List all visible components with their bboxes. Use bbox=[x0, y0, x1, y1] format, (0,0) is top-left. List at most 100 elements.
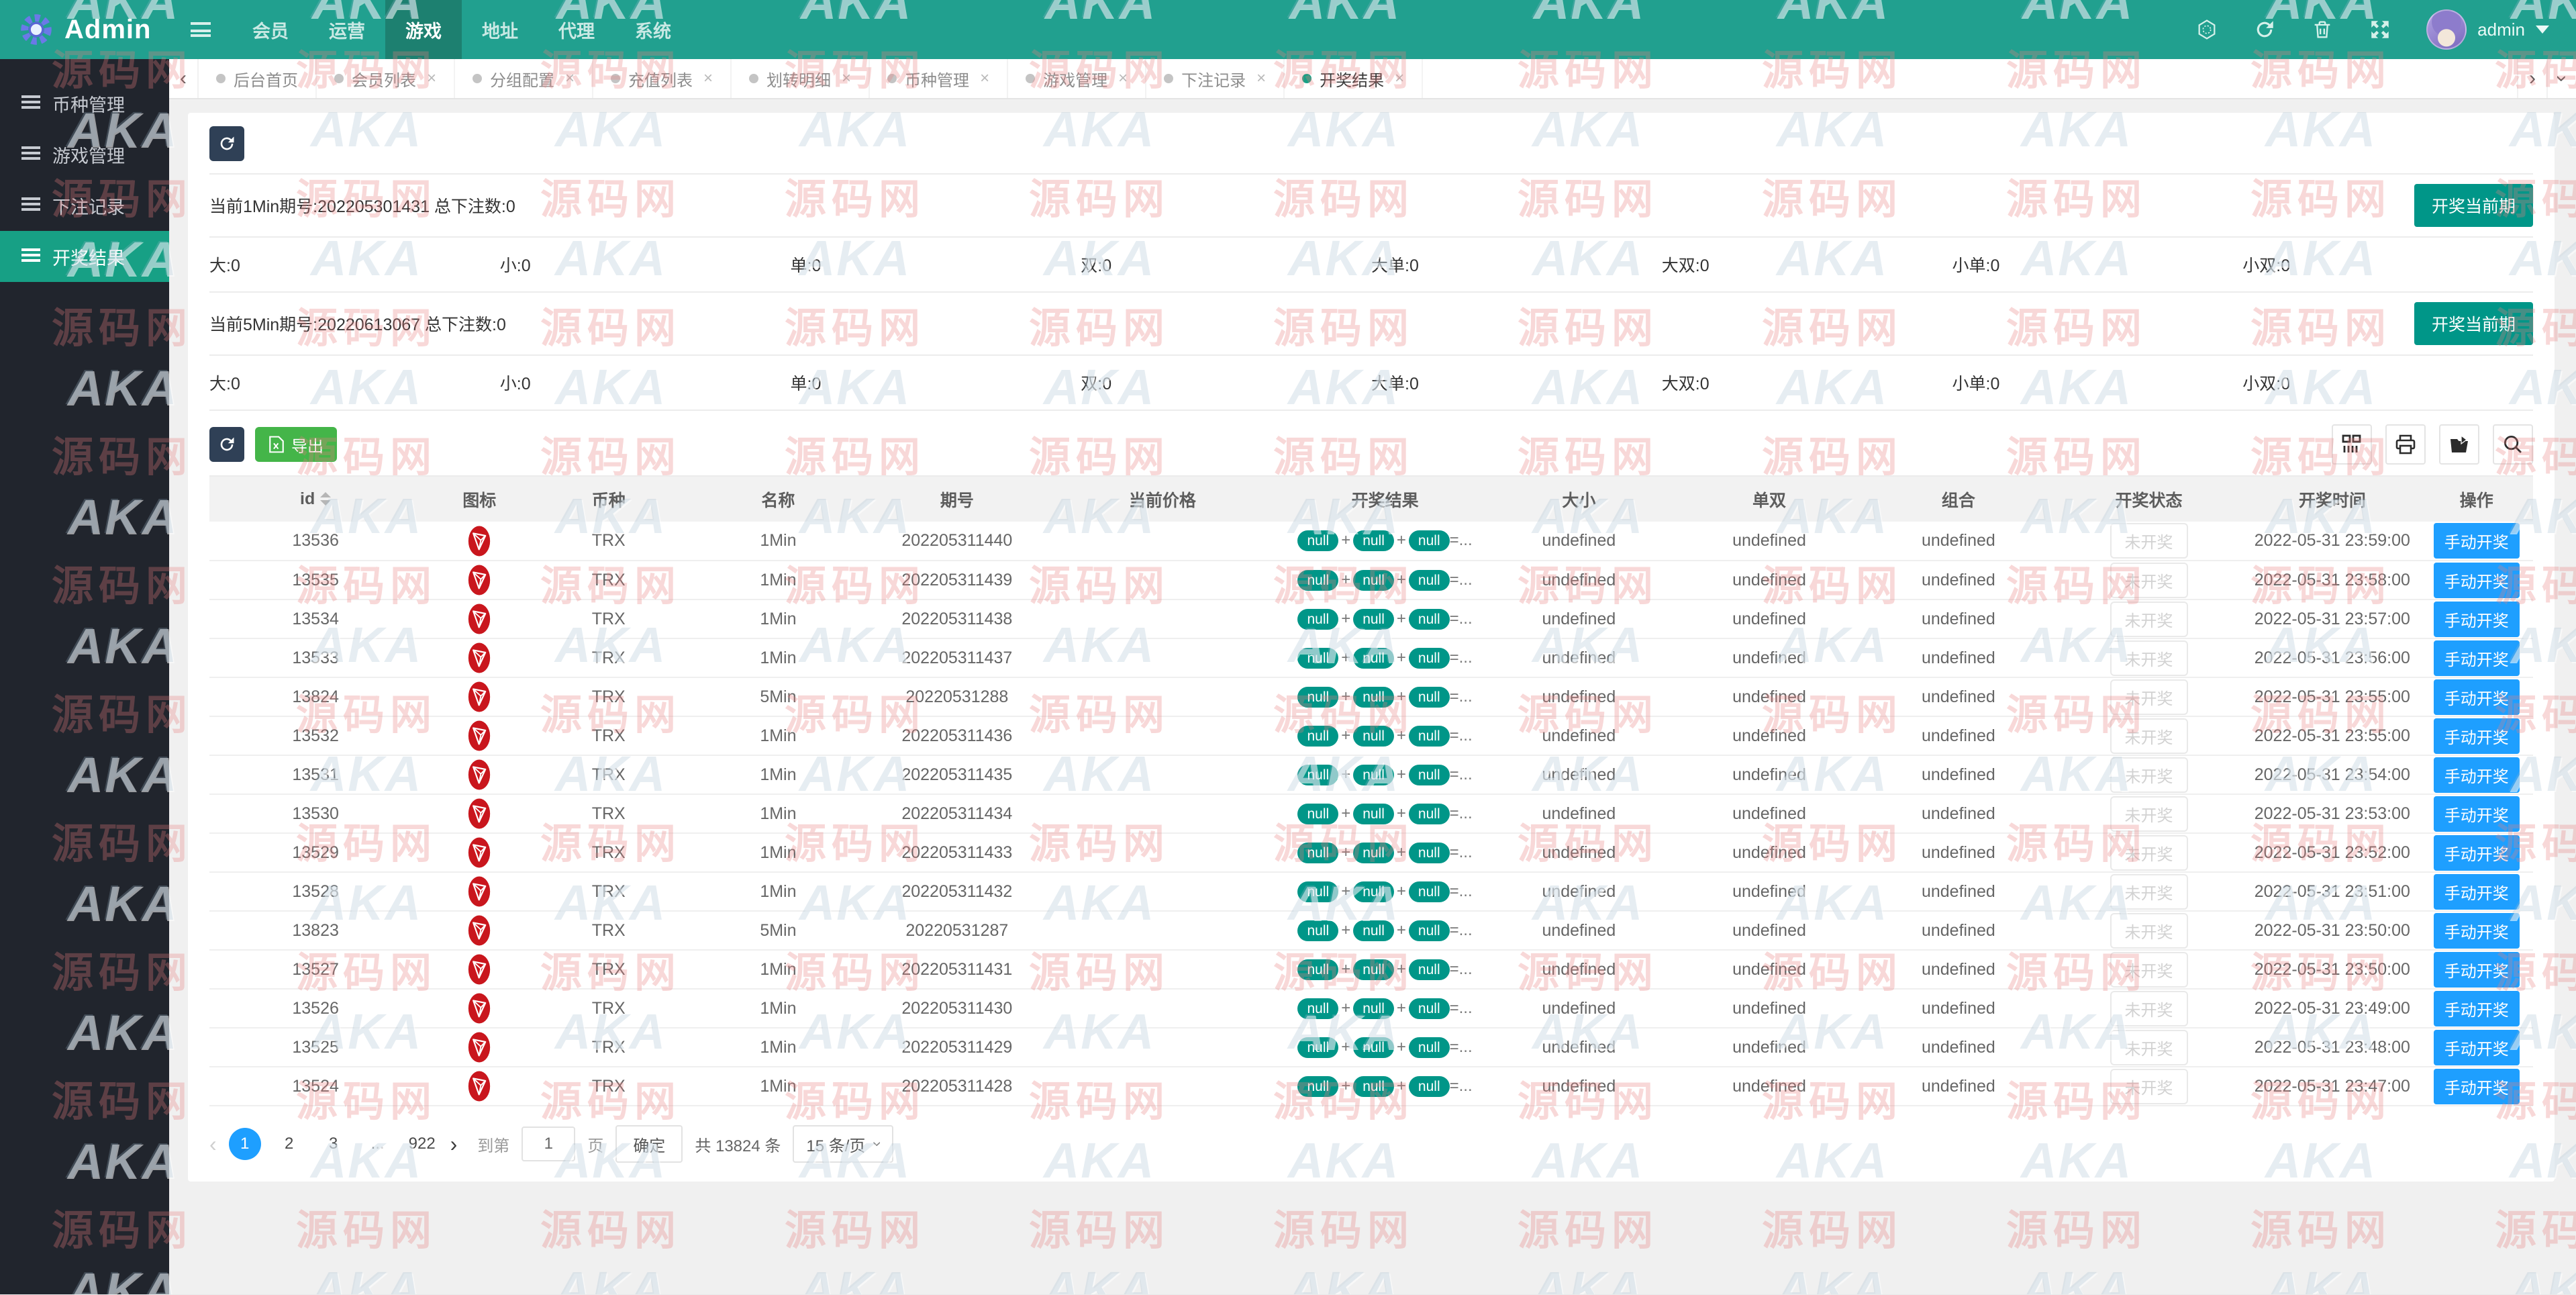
col-header-id[interactable]: id bbox=[209, 476, 422, 522]
manual-draw-button[interactable]: 手动开奖 bbox=[2433, 951, 2520, 988]
cell-status: 未开奖 bbox=[2052, 522, 2245, 561]
tab-分组配置[interactable]: 分组配置 × bbox=[455, 59, 594, 98]
manual-draw-button[interactable]: 手动开奖 bbox=[2433, 757, 2520, 793]
sidebar-item-开奖结果[interactable]: 开奖结果 bbox=[0, 231, 169, 282]
cell-id: 13529 bbox=[209, 833, 422, 873]
tabs-scroll-left-icon[interactable]: ‹ bbox=[169, 59, 199, 98]
manual-draw-button[interactable]: 手动开奖 bbox=[2433, 640, 2520, 676]
tab-close-icon[interactable]: × bbox=[703, 69, 713, 88]
manual-draw-button[interactable]: 手动开奖 bbox=[2433, 1029, 2520, 1065]
cell-id: 13535 bbox=[209, 561, 422, 600]
manual-draw-button[interactable]: 手动开奖 bbox=[2433, 1068, 2520, 1104]
nav-item-系统[interactable]: 系统 bbox=[615, 0, 691, 59]
tab-close-icon[interactable]: × bbox=[1395, 69, 1404, 88]
page-number-2[interactable]: 2 bbox=[273, 1128, 305, 1160]
export-folder-icon[interactable] bbox=[2439, 424, 2479, 465]
cell-action: 手动开奖 bbox=[2420, 1067, 2533, 1106]
print-icon[interactable] bbox=[2385, 424, 2426, 465]
tab-close-icon[interactable]: × bbox=[1256, 69, 1266, 88]
manual-draw-button[interactable]: 手动开奖 bbox=[2433, 990, 2520, 1026]
nav-item-运营[interactable]: 运营 bbox=[309, 0, 385, 59]
refresh-icon[interactable] bbox=[2253, 18, 2276, 41]
tab-后台首页[interactable]: 后台首页 bbox=[199, 59, 317, 98]
refresh-table-button[interactable] bbox=[209, 427, 244, 462]
manual-draw-button[interactable]: 手动开奖 bbox=[2433, 834, 2520, 871]
table-row: 13529 TRX 1Min 202205311433 null + null + null =.… bbox=[209, 833, 2533, 873]
page-number-922[interactable]: 922 bbox=[406, 1128, 438, 1160]
cell-time: 2022-05-31 23:50:00 bbox=[2244, 911, 2420, 951]
refresh-page-button[interactable] bbox=[209, 126, 244, 161]
cell-size: undefined bbox=[1483, 599, 1675, 639]
trash-icon[interactable] bbox=[2311, 18, 2334, 41]
nav-item-会员[interactable]: 会员 bbox=[232, 0, 309, 59]
search-icon[interactable] bbox=[2493, 424, 2533, 465]
cell-issue: 20220531288 bbox=[876, 677, 1038, 717]
cell-price bbox=[1038, 561, 1287, 600]
panel-5min-head: 当前5Min期号:20220613067 总下注数:0 开奖当前期 bbox=[209, 293, 2533, 354]
sidebar-item-币种管理[interactable]: 币种管理 bbox=[0, 78, 169, 129]
columns-filter-icon[interactable] bbox=[2332, 424, 2372, 465]
tab-close-icon[interactable]: × bbox=[565, 69, 575, 88]
tab-close-icon[interactable]: × bbox=[980, 69, 989, 88]
cell-time: 2022-05-31 23:49:00 bbox=[2244, 989, 2420, 1028]
tab-下注记录[interactable]: 下注记录 × bbox=[1146, 59, 1285, 98]
cell-id: 13526 bbox=[209, 989, 422, 1028]
cell-issue: 202205311430 bbox=[876, 989, 1038, 1028]
manual-draw-button[interactable]: 手动开奖 bbox=[2433, 718, 2520, 754]
nav-item-代理[interactable]: 代理 bbox=[538, 0, 615, 59]
cell-status: 未开奖 bbox=[2052, 1028, 2245, 1067]
page-number-3[interactable]: 3 bbox=[317, 1128, 350, 1160]
cell-id: 13531 bbox=[209, 755, 422, 795]
sort-icon[interactable] bbox=[320, 492, 332, 506]
cell-status: 未开奖 bbox=[2052, 677, 2245, 717]
tab-币种管理[interactable]: 币种管理 × bbox=[870, 59, 1009, 98]
cell-icon bbox=[422, 522, 538, 561]
cell-issue: 202205311433 bbox=[876, 833, 1038, 873]
tab-划转明细[interactable]: 划转明细 × bbox=[732, 59, 871, 98]
tabs-scroll-right-icon[interactable]: › bbox=[2517, 59, 2546, 98]
fullscreen-icon[interactable] bbox=[2369, 18, 2391, 41]
tab-开奖结果[interactable]: 开奖结果 × bbox=[1285, 59, 1424, 98]
tab-会员列表[interactable]: 会员列表 × bbox=[317, 59, 456, 98]
logo-gear-icon bbox=[21, 14, 52, 45]
stat-小: 小:0 bbox=[499, 375, 531, 393]
cell-price bbox=[1038, 599, 1287, 639]
manual-draw-button[interactable]: 手动开奖 bbox=[2433, 601, 2520, 637]
manual-draw-button[interactable]: 手动开奖 bbox=[2433, 873, 2520, 910]
stat-单: 单:0 bbox=[790, 375, 822, 393]
draw-current-1min-button[interactable]: 开奖当前期 bbox=[2414, 184, 2533, 227]
manual-draw-button[interactable]: 手动开奖 bbox=[2433, 912, 2520, 949]
tab-close-icon[interactable]: × bbox=[1118, 69, 1128, 88]
tab-close-icon[interactable]: × bbox=[427, 69, 436, 88]
nav-item-地址[interactable]: 地址 bbox=[462, 0, 538, 59]
tab-充值列表[interactable]: 充值列表 × bbox=[593, 59, 732, 98]
draw-current-5min-button[interactable]: 开奖当前期 bbox=[2414, 302, 2533, 345]
per-page-select[interactable]: 15 条/页 › bbox=[793, 1125, 894, 1163]
page-number-1[interactable]: 1 bbox=[228, 1128, 261, 1160]
menu-collapse-icon[interactable] bbox=[169, 0, 232, 59]
manual-draw-button[interactable]: 手动开奖 bbox=[2433, 796, 2520, 832]
export-button[interactable]: 导出 bbox=[255, 427, 337, 462]
panel-1min-title: 当前1Min期号:202205301431 总下注数:0 bbox=[209, 197, 515, 216]
user-menu[interactable]: admin bbox=[2426, 9, 2549, 50]
theme-hexagon-icon[interactable] bbox=[2195, 18, 2218, 41]
sidebar-item-下注记录[interactable]: 下注记录 bbox=[0, 180, 169, 231]
tabs-menu-icon[interactable]: › bbox=[2546, 59, 2576, 98]
status-badge: 未开奖 bbox=[2110, 990, 2188, 1026]
tab-close-icon[interactable]: × bbox=[842, 69, 851, 88]
cell-status: 未开奖 bbox=[2052, 755, 2245, 795]
goto-page-input[interactable] bbox=[522, 1126, 576, 1161]
manual-draw-button[interactable]: 手动开奖 bbox=[2433, 679, 2520, 715]
manual-draw-button[interactable]: 手动开奖 bbox=[2433, 523, 2520, 559]
goto-confirm-button[interactable]: 确定 bbox=[615, 1125, 683, 1163]
page-prev[interactable]: ‹ bbox=[209, 1132, 217, 1157]
cell-result: null + null + null =... bbox=[1287, 911, 1483, 951]
tab-游戏管理[interactable]: 游戏管理 × bbox=[1008, 59, 1147, 98]
sidebar-item-游戏管理[interactable]: 游戏管理 bbox=[0, 129, 169, 180]
manual-draw-button[interactable]: 手动开奖 bbox=[2433, 562, 2520, 598]
excel-file-icon bbox=[269, 436, 284, 453]
cell-combo: undefined bbox=[1863, 1028, 2053, 1067]
page-next[interactable]: › bbox=[450, 1132, 458, 1157]
nav-item-游戏[interactable]: 游戏 bbox=[385, 0, 462, 59]
cell-coin: TRX bbox=[537, 911, 681, 951]
